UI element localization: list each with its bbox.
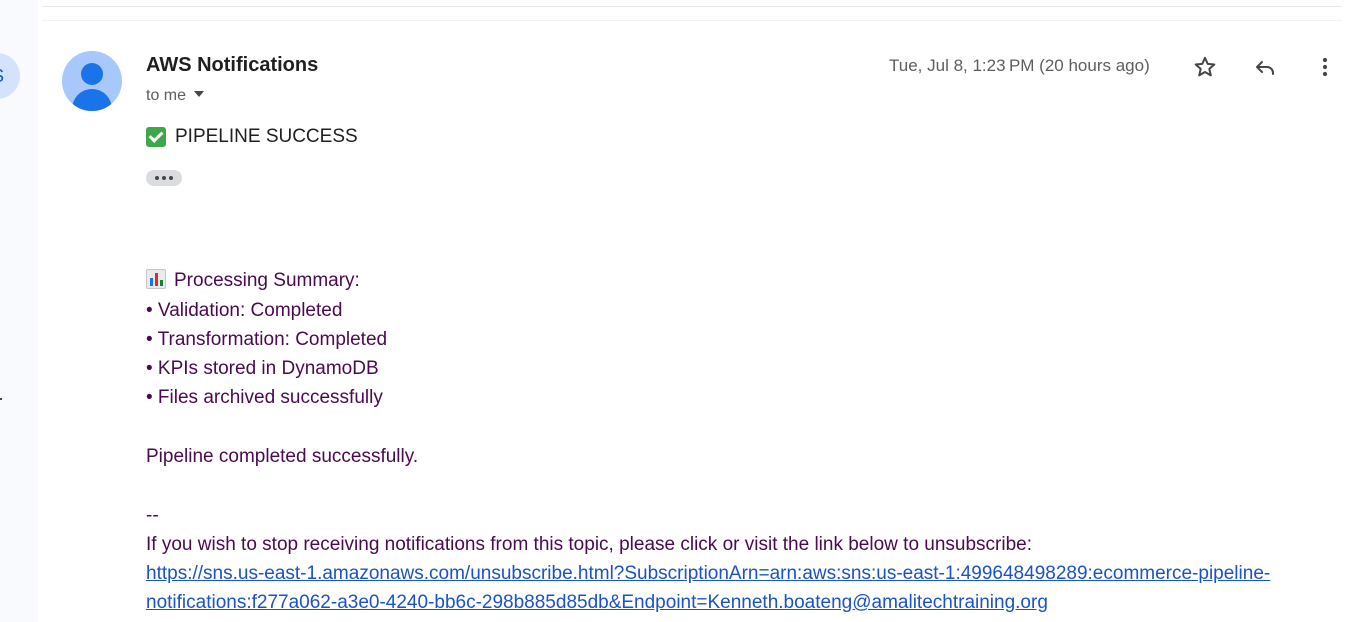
unsubscribe-link[interactable]: https://sns.us-east-1.amazonaws.com/unsu…: [146, 563, 1270, 585]
summary-heading: Processing Summary:: [146, 269, 360, 292]
summary-item: • Validation: Completed: [146, 300, 343, 321]
unsubscribe-notice: If you wish to stop receiving notificati…: [146, 534, 1033, 555]
ellipsis-dot: [155, 176, 159, 180]
top-divider: [42, 6, 1342, 7]
ellipsis-dot: [162, 176, 166, 180]
check-mark-icon: [146, 127, 166, 147]
recipient-label: to me: [146, 87, 187, 104]
more-options-button[interactable]: [1308, 50, 1342, 84]
rail-marker: [0, 398, 2, 400]
recipient-details-toggle[interactable]: to me: [146, 87, 205, 105]
avatar-head-shape: [81, 63, 103, 85]
star-button[interactable]: [1188, 50, 1222, 84]
left-rail: S: [0, 0, 38, 622]
subject-text: PIPELINE SUCCESS: [175, 126, 358, 147]
summary-item: • KPIs stored in DynamoDB: [146, 358, 379, 379]
bar-chart-icon: [146, 269, 166, 289]
sender-name[interactable]: AWS Notifications: [146, 54, 318, 77]
unsubscribe-link-continued[interactable]: notifications:f277a062-a3e0-4240-bb6c-29…: [146, 592, 1048, 614]
reply-button[interactable]: [1248, 50, 1282, 84]
reply-icon: [1256, 61, 1274, 75]
message-panel: AWS Notifications to me Tue, Jul 8, 1:23…: [38, 0, 1360, 622]
more-vert-icon: [1322, 57, 1328, 77]
summary-heading-text: Processing Summary:: [174, 270, 360, 291]
sender-avatar[interactable]: [62, 51, 122, 111]
account-avatar-letter: S: [0, 53, 4, 99]
signature-separator: --: [146, 505, 159, 526]
avatar-body-shape: [72, 89, 112, 111]
star-icon: [1194, 56, 1216, 77]
chevron-down-icon: [194, 91, 205, 97]
header-divider: [42, 20, 1342, 21]
summary-item: • Files archived successfully: [146, 387, 383, 408]
message-subject: PIPELINE SUCCESS: [146, 126, 358, 148]
completion-message: Pipeline completed successfully.: [146, 446, 419, 467]
ellipsis-dot: [169, 176, 173, 180]
summary-item: • Transformation: Completed: [146, 329, 388, 350]
account-avatar[interactable]: S: [0, 53, 20, 99]
message-timestamp: Tue, Jul 8, 1:23 PM (20 hours ago): [889, 56, 1150, 75]
show-trimmed-content-button[interactable]: [146, 170, 182, 186]
